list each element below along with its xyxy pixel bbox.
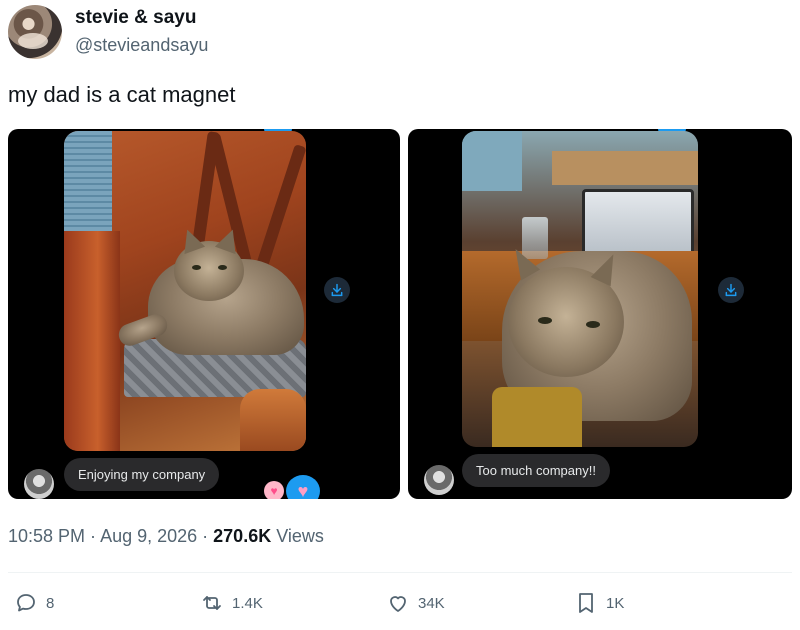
message-bubble: Too much company!! [462, 454, 610, 487]
timestamp-date[interactable]: Aug 9, 2026 [100, 526, 197, 546]
shirt [492, 387, 582, 447]
repost-icon [203, 596, 221, 610]
chair-armrest [240, 389, 306, 451]
blue-heart-reaction-icon: ♥ [286, 475, 320, 499]
pink-heart-reaction-icon: ♥ [264, 481, 284, 499]
avatar[interactable] [8, 5, 62, 59]
shelf [552, 151, 698, 185]
message-bubble: Enjoying my company [64, 458, 220, 491]
sender-avatar [24, 469, 54, 499]
window-blind [64, 131, 112, 231]
reply-icon [17, 594, 35, 612]
views-count: 270.6K [213, 526, 272, 546]
window [462, 131, 522, 191]
download-icon [725, 283, 737, 297]
bookmark-icon [579, 593, 593, 613]
meta-separator: · [197, 526, 214, 546]
timestamp-time[interactable]: 10:58 PM [8, 526, 85, 546]
heart-icon [390, 596, 406, 612]
reply-button[interactable]: 8 [14, 591, 54, 615]
tweet-text: my dad is a cat magnet [8, 82, 236, 107]
cat-photo-2 [462, 131, 698, 447]
like-button[interactable]: 34K [386, 591, 445, 615]
display-name[interactable]: stevie & sayu [75, 7, 196, 29]
cat-eye [538, 317, 552, 324]
user-handle[interactable]: @stevieandsayu [75, 35, 208, 56]
views-label: Views [271, 526, 324, 546]
tweet-meta: 10:58 PM · Aug 9, 2026 · 270.6K Views [8, 526, 324, 547]
media-image-1[interactable]: Enjoying my company ♥ ♥ [8, 129, 400, 499]
like-count: 34K [418, 594, 445, 612]
divider [8, 572, 792, 573]
cat-eye [586, 321, 600, 328]
laptop [582, 189, 694, 257]
cat-eye [192, 265, 201, 270]
download-button[interactable] [718, 277, 744, 303]
reply-count: 8 [46, 594, 55, 612]
repost-count: 1.4K [232, 594, 263, 612]
cat-eye [218, 265, 227, 270]
cat-photo-1 [64, 131, 306, 451]
sender-avatar [424, 465, 454, 495]
media-image-2[interactable]: Too much company!! [408, 129, 792, 499]
bookmark-button[interactable]: 1K [574, 591, 624, 615]
repost-button[interactable]: 1.4K [200, 591, 263, 615]
chair-post [64, 231, 120, 451]
meta-separator: · [85, 526, 101, 546]
download-icon [331, 283, 343, 297]
download-button[interactable] [324, 277, 350, 303]
bookmark-count: 1K [606, 594, 625, 612]
